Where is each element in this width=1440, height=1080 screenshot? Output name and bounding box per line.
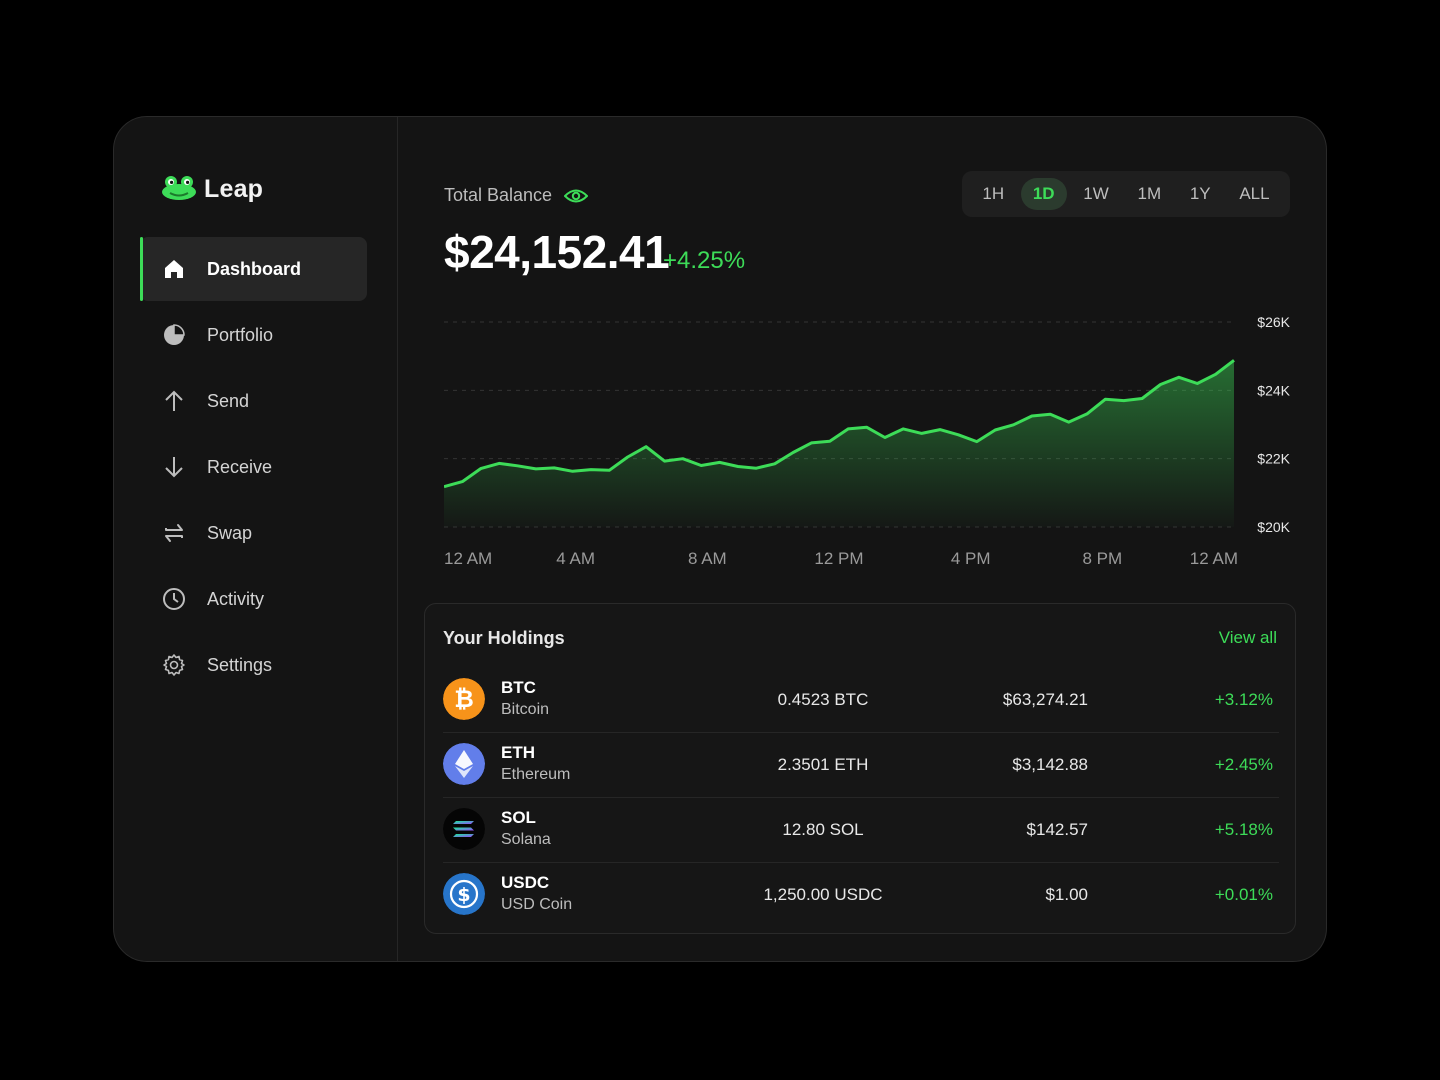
frog-logo-icon — [160, 172, 198, 207]
app-name: Leap — [204, 175, 264, 203]
y-tick-label: $24K — [1257, 382, 1290, 398]
x-tick-label: 12 AM — [1190, 549, 1238, 568]
sidebar-item-dashboard[interactable]: Dashboard — [140, 237, 367, 301]
x-tick-label: 8 AM — [688, 549, 727, 568]
solana-icon — [443, 808, 485, 850]
app-window: Leap Dashboard Portfolio Send Receive Sw… — [113, 116, 1327, 962]
eye-icon[interactable] — [564, 187, 589, 205]
ethereum-icon — [443, 743, 485, 785]
range-1m-button[interactable]: 1M — [1125, 178, 1173, 210]
balance-value: $24,152.41 — [444, 226, 670, 278]
holdings-title: Your Holdings — [443, 628, 565, 648]
range-1h-button[interactable]: 1H — [970, 178, 1016, 210]
holding-row-eth[interactable]: ETH Ethereum 2.3501 ETH $3,142.88 +2.45% — [443, 733, 1279, 798]
coin-name: USD Coin — [501, 896, 573, 913]
gear-icon — [161, 652, 187, 678]
x-tick-label: 4 AM — [556, 549, 595, 568]
sidebar-item-swap[interactable]: Swap — [140, 501, 367, 565]
balance-change: +4.25% — [663, 247, 746, 274]
y-tick-label: $20K — [1257, 519, 1290, 535]
coin-amount: 0.4523 BTC — [777, 690, 869, 709]
range-1w-button[interactable]: 1W — [1071, 178, 1121, 210]
x-tick-label: 4 PM — [951, 549, 991, 568]
coin-price: $63,274.21 — [1002, 690, 1088, 709]
holdings-card: Your Holdings View all ₿ BTC Bitcoin 0.4… — [424, 603, 1296, 934]
sidebar-item-label: Dashboard — [207, 258, 302, 279]
usdc-icon: $ — [443, 873, 485, 915]
time-range-selector: 1H 1D 1W 1M 1Y ALL — [962, 171, 1290, 217]
coin-symbol: ETH — [501, 743, 535, 762]
sidebar-item-settings[interactable]: Settings — [140, 633, 367, 697]
sidebar-item-portfolio[interactable]: Portfolio — [140, 303, 367, 367]
range-1y-button[interactable]: 1Y — [1178, 178, 1223, 210]
balance-chart: $20K $22K $24K $26K 12 AM 4 AM 8 AM 12 PM 4 PM 8 … — [444, 314, 1291, 568]
arrow-down-icon — [161, 454, 187, 480]
sidebar-item-label: Send — [207, 390, 250, 411]
bitcoin-icon: ₿ — [443, 678, 485, 720]
brand[interactable]: Leap — [160, 172, 263, 207]
holding-row-sol[interactable]: SOL Solana 12.80 SOL $142.57 +5.18% — [443, 798, 1279, 863]
svg-text:₿: ₿ — [454, 685, 474, 713]
sidebar-item-receive[interactable]: Receive — [140, 435, 367, 499]
main-panel: Total Balance $24,152.41 +4.25% 1H 1D 1W… — [398, 117, 1326, 961]
range-1d-button[interactable]: 1D — [1020, 178, 1067, 210]
sidebar-item-label: Receive — [207, 456, 273, 477]
coin-symbol: SOL — [501, 808, 536, 827]
clock-icon — [161, 586, 187, 612]
x-tick-label: 12 AM — [444, 549, 492, 568]
coin-change: +0.01% — [1214, 885, 1273, 904]
pie-chart-icon — [161, 322, 187, 348]
x-tick-label: 8 PM — [1082, 549, 1122, 568]
coin-name: Bitcoin — [501, 701, 550, 718]
coin-price: $3,142.88 — [1012, 755, 1088, 774]
sidebar-item-activity[interactable]: Activity — [140, 567, 367, 631]
coin-name: Solana — [501, 831, 551, 848]
holdings-list: ₿ BTC Bitcoin 0.4523 BTC $63,274.21 +3.1… — [443, 668, 1279, 927]
view-all-link[interactable]: View all — [1219, 628, 1277, 648]
arrow-up-icon — [161, 388, 187, 414]
coin-symbol: BTC — [501, 678, 536, 697]
sidebar-item-label: Settings — [207, 654, 273, 675]
coin-amount: 1,250.00 USDC — [763, 885, 883, 904]
coin-change: +5.18% — [1214, 820, 1273, 839]
coin-price: $1.00 — [1045, 885, 1088, 904]
coin-symbol: USDC — [501, 873, 550, 892]
coin-name: Ethereum — [501, 766, 571, 783]
sidebar-item-send[interactable]: Send — [140, 369, 367, 433]
range-all-button[interactable]: ALL — [1227, 178, 1281, 210]
coin-change: +2.45% — [1214, 755, 1273, 774]
sidebar-item-label: Swap — [207, 522, 253, 543]
x-tick-label: 12 PM — [814, 549, 863, 568]
home-icon — [161, 256, 187, 282]
balance-label: Total Balance — [444, 185, 553, 205]
sidebar-item-label: Portfolio — [207, 324, 274, 345]
balance-label-row: Total Balance — [444, 185, 589, 206]
holding-row-btc[interactable]: ₿ BTC Bitcoin 0.4523 BTC $63,274.21 +3.1… — [443, 668, 1279, 733]
swap-icon — [161, 520, 187, 546]
y-tick-label: $22K — [1257, 451, 1290, 467]
coin-price: $142.57 — [1026, 820, 1088, 839]
sidebar: Leap Dashboard Portfolio Send Receive Sw… — [114, 117, 398, 961]
coin-amount: 2.3501 ETH — [777, 755, 869, 774]
coin-amount: 12.80 SOL — [782, 820, 864, 839]
coin-change: +3.12% — [1214, 690, 1273, 709]
sidebar-nav: Dashboard Portfolio Send Receive Swap Ac… — [140, 237, 367, 699]
svg-text:$: $ — [457, 884, 470, 906]
holding-row-usdc[interactable]: $ USDC USD Coin 1,250.00 USDC $1.00 +0.0… — [443, 863, 1279, 927]
chart-area — [444, 360, 1234, 527]
y-tick-label: $26K — [1257, 314, 1290, 330]
sidebar-item-label: Activity — [207, 588, 265, 609]
